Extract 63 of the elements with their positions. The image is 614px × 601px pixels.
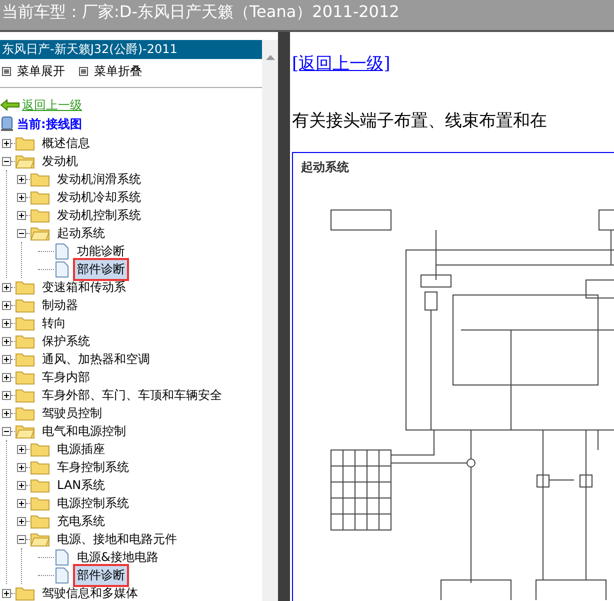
menu-icon — [79, 67, 88, 76]
scrollbar[interactable] — [262, 40, 278, 601]
window-title: 当前车型：厂家:D-东风日产天籁（Teana）2011-2012 — [0, 0, 614, 32]
current-location: 当前:接线图 — [17, 116, 82, 132]
collapse-icon[interactable] — [17, 534, 26, 544]
folder-icon — [30, 189, 50, 205]
expand-icon[interactable] — [17, 210, 26, 220]
folder-icon — [15, 351, 35, 367]
vehicle-header: 东风日产-新天籁J32(公爵)-2011 — [0, 40, 262, 59]
expand-icon[interactable] — [2, 390, 11, 400]
intro-text: 有关接头端子布置、线束布置和在 — [292, 110, 548, 132]
folder-icon — [30, 531, 50, 547]
folder-icon — [15, 423, 35, 439]
folder-icon — [15, 585, 35, 601]
expand-icon[interactable] — [17, 516, 26, 526]
document-icon — [54, 566, 70, 584]
folder-icon — [30, 171, 50, 187]
collapse-icon[interactable] — [2, 156, 11, 166]
expand-icon[interactable] — [17, 498, 26, 508]
folder-icon — [30, 495, 50, 511]
folder-icon — [15, 135, 35, 151]
folder-icon — [30, 225, 50, 241]
expand-icon[interactable] — [2, 138, 11, 148]
diagram-title: 起动系统 — [301, 159, 350, 176]
document-icon — [54, 242, 70, 260]
menu-link[interactable]: 菜单折叠 — [94, 63, 142, 80]
expand-icon[interactable] — [2, 300, 11, 310]
tree-item[interactable]: 部件诊断 — [73, 258, 129, 280]
expand-icon[interactable] — [2, 336, 11, 346]
folder-icon — [30, 207, 50, 223]
collapse-icon[interactable] — [2, 426, 11, 436]
back-link[interactable]: [返回上一级] — [292, 54, 390, 74]
document-icon — [54, 548, 70, 566]
expand-icon[interactable] — [2, 354, 11, 364]
expand-icon[interactable] — [17, 192, 26, 202]
expand-icon[interactable] — [2, 282, 11, 292]
folder-icon — [30, 459, 50, 475]
expand-icon[interactable] — [17, 444, 26, 454]
expand-icon[interactable] — [2, 372, 11, 382]
back-link[interactable]: 返回上一级 — [22, 96, 82, 114]
folder-icon — [15, 279, 35, 295]
back-arrow-icon — [0, 99, 20, 111]
folder-icon — [15, 369, 35, 385]
document-icon — [54, 260, 70, 278]
folder-icon — [15, 297, 35, 313]
folder-icon — [15, 153, 35, 169]
folder-icon — [15, 333, 35, 349]
computer-icon — [0, 116, 14, 132]
folder-icon — [30, 513, 50, 529]
folder-icon — [15, 387, 35, 403]
folder-icon — [30, 477, 50, 493]
collapse-icon[interactable] — [17, 228, 26, 238]
expand-icon[interactable] — [17, 462, 26, 472]
expand-icon[interactable] — [17, 174, 26, 184]
menu-link[interactable]: 菜单展开 — [17, 63, 65, 80]
expand-icon[interactable] — [17, 480, 26, 490]
expand-icon[interactable] — [2, 318, 11, 328]
folder-icon — [30, 441, 50, 457]
folder-icon — [15, 405, 35, 421]
expand-icon[interactable] — [2, 408, 11, 418]
folder-icon — [15, 315, 35, 331]
expand-icon[interactable] — [2, 588, 11, 598]
tree-item[interactable]: 部件诊断 — [73, 564, 129, 586]
